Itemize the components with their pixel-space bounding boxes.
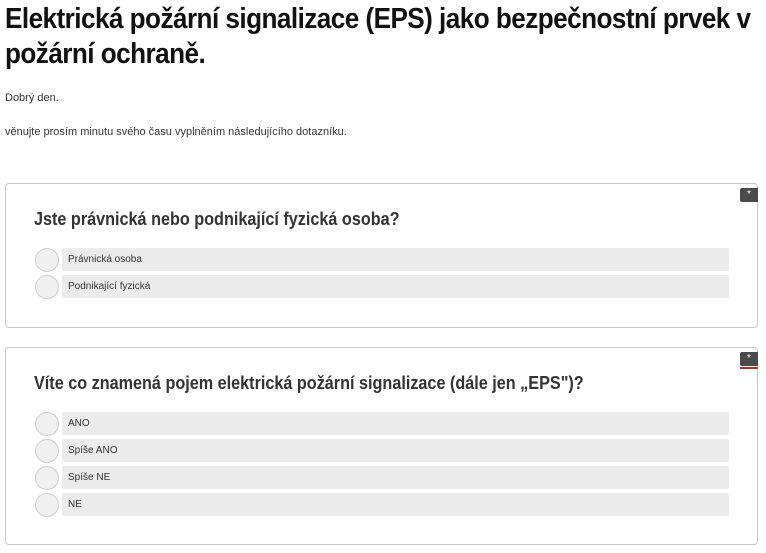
question-card-eps-knowledge: * Víte co znamená pojem elektrická požár… — [5, 347, 758, 545]
option-spise-ne[interactable]: Spíše NE — [35, 464, 729, 491]
option-spise-ano[interactable]: Spíše ANO — [35, 437, 729, 464]
radio-button[interactable] — [35, 438, 59, 463]
intro-greeting: Dobrý den. — [5, 92, 59, 104]
badge-underline — [740, 367, 758, 369]
page-title: Elektrická požární signalizace (EPS) jak… — [5, 3, 751, 70]
option-ne[interactable]: NE — [35, 491, 729, 518]
required-marker: * — [740, 352, 758, 369]
required-marker: * — [740, 188, 758, 202]
radio-button[interactable] — [35, 247, 59, 272]
required-asterisk-icon: * — [747, 189, 751, 200]
radio-button[interactable] — [35, 411, 59, 436]
question-card-legal-form: * Jste právnická nebo podnikající fyzick… — [5, 183, 758, 328]
option-label[interactable]: Podnikající fyzická — [62, 275, 729, 298]
option-pravnicka-osoba[interactable]: Právnická osoba — [35, 246, 729, 273]
option-label[interactable]: Právnická osoba — [62, 248, 729, 271]
radio-button[interactable] — [35, 465, 59, 490]
option-label[interactable]: Spíše NE — [62, 466, 729, 489]
question-title: Jste právnická nebo podnikající fyzická … — [34, 209, 400, 229]
option-list: Právnická osoba Podnikající fyzická — [35, 246, 729, 300]
intro-request: věnujte prosím minutu svého času vyplněn… — [5, 126, 347, 138]
option-ano[interactable]: ANO — [35, 410, 729, 437]
question-title: Víte co znamená pojem elektrická požární… — [34, 373, 584, 393]
option-list: ANO Spíše ANO Spíše NE NE — [35, 410, 729, 518]
radio-button[interactable] — [35, 492, 59, 517]
required-asterisk-icon: * — [747, 353, 751, 364]
option-label[interactable]: ANO — [62, 412, 729, 435]
option-label[interactable]: NE — [62, 493, 729, 516]
option-podnikajici-fyzicka[interactable]: Podnikající fyzická — [35, 273, 729, 300]
radio-button[interactable] — [35, 274, 59, 299]
option-label[interactable]: Spíše ANO — [62, 439, 729, 462]
